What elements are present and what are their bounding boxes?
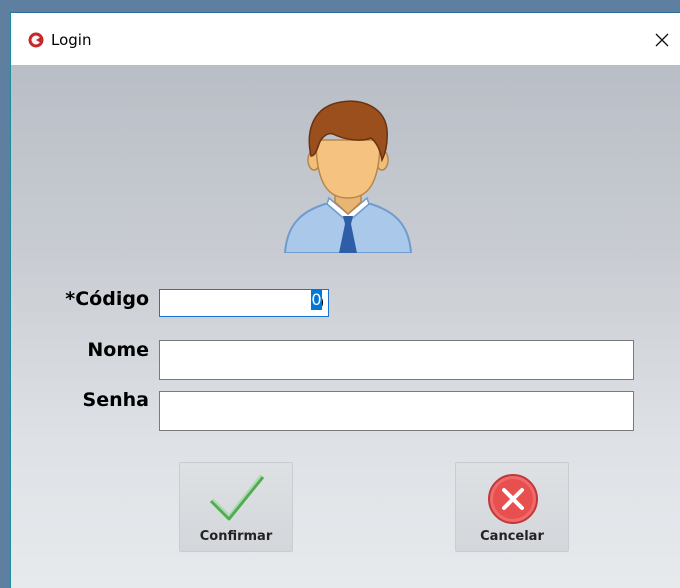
cancel-x-icon — [488, 474, 538, 524]
close-icon — [655, 33, 669, 47]
title-bar: Login — [11, 13, 680, 65]
close-button[interactable] — [644, 23, 680, 57]
login-window: Login *Código 0 0 Nome Senha Confirmar C… — [10, 12, 680, 588]
login-form: *Código 0 Nome Senha Confirmar Cancelar — [11, 65, 680, 588]
codigo-field[interactable] — [159, 289, 329, 317]
user-avatar-icon — [283, 100, 413, 253]
confirm-button-label: Confirmar — [199, 529, 273, 544]
nome-field[interactable] — [159, 340, 634, 380]
checkmark-icon — [209, 474, 265, 521]
codigo-label: *Código — [65, 288, 149, 310]
cancel-button[interactable]: Cancelar — [455, 462, 569, 552]
cancel-button-label: Cancelar — [480, 529, 544, 544]
confirm-button[interactable]: Confirmar — [179, 462, 293, 552]
window-title: Login — [51, 31, 92, 49]
senha-label: Senha — [82, 389, 149, 411]
senha-field[interactable] — [159, 391, 634, 431]
nome-label: Nome — [87, 339, 149, 361]
codigo-value-selection: 0 — [311, 289, 322, 310]
app-logo-icon — [28, 32, 44, 48]
